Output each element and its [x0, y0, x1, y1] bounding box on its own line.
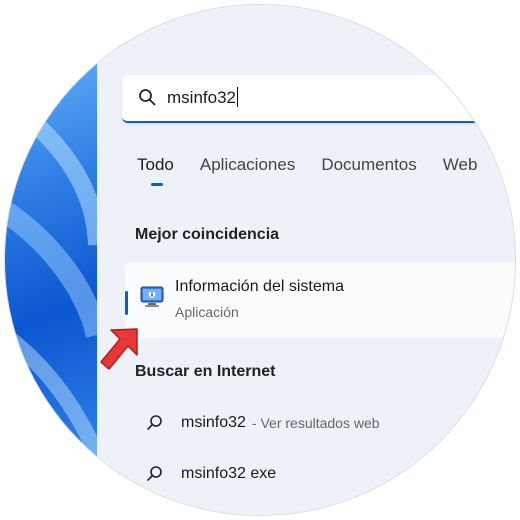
web-result-item[interactable]: msinfo32 - Ver resultados web [145, 413, 380, 433]
tab-documentos[interactable]: Documentos [321, 155, 416, 175]
search-box[interactable]: msinfo32 [122, 75, 482, 123]
search-icon [139, 89, 156, 106]
search-icon [147, 415, 162, 430]
web-result-hint: - Ver resultados web [251, 415, 380, 431]
result-title: Información del sistema [175, 278, 344, 295]
search-tabs: Todo Aplicaciones Documentos Web [137, 155, 503, 186]
text-caret [236, 87, 238, 107]
best-match-result[interactable]: Información del sistema Aplicación [125, 262, 515, 338]
search-input[interactable]: msinfo32 [167, 87, 238, 108]
web-search-heading: Buscar en Internet [135, 363, 276, 380]
tab-web[interactable]: Web [443, 155, 478, 175]
tab-aplicaciones[interactable]: Aplicaciones [200, 155, 295, 175]
search-icon [147, 466, 162, 481]
selection-indicator [125, 291, 128, 315]
tab-todo[interactable]: Todo [137, 155, 174, 186]
magnified-view: msinfo32 Todo Aplicaciones Documentos We… [5, 5, 515, 515]
start-search-panel: msinfo32 Todo Aplicaciones Documentos We… [97, 5, 515, 515]
web-result-item[interactable]: msinfo32 exe [145, 464, 276, 484]
web-result-text: msinfo32 exe [181, 465, 277, 482]
best-match-heading: Mejor coincidencia [135, 226, 280, 243]
result-subtitle: Aplicación [175, 304, 239, 320]
web-result-text: msinfo32 [181, 414, 246, 431]
desktop-wallpaper [5, 5, 97, 515]
pointer-arrow-icon [100, 328, 138, 370]
system-information-icon [140, 286, 164, 307]
